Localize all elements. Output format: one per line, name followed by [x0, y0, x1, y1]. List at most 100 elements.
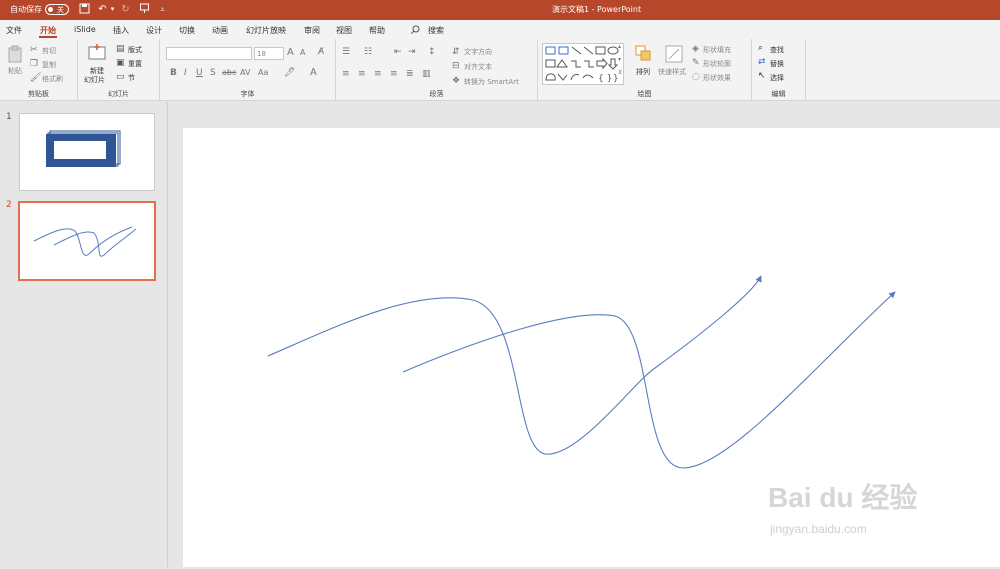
arrange-label[interactable]: 排列: [636, 67, 650, 77]
layout-label[interactable]: 版式: [128, 45, 142, 55]
tab-design[interactable]: 设计: [146, 25, 162, 36]
active-tab-indicator: [39, 36, 57, 38]
clipboard-group: 粘贴 ✂ 剪切 ❐ 复制 🖌 格式刷 剪贴板: [0, 39, 78, 101]
autosave-toggle[interactable]: 关: [45, 4, 69, 15]
replace-icon[interactable]: ⇄: [758, 57, 766, 67]
font-name-dropdown[interactable]: [166, 47, 252, 60]
arrange-icon[interactable]: [634, 45, 654, 65]
shape-fill-icon[interactable]: ◈: [692, 44, 699, 54]
font-color-icon[interactable]: A: [310, 67, 317, 78]
layout-icon[interactable]: ▤: [116, 44, 125, 54]
shape-outline-icon[interactable]: ✎: [692, 58, 700, 68]
align-left-icon[interactable]: ≡: [342, 69, 350, 79]
gallery-down-icon[interactable]: ▾: [618, 56, 621, 63]
clipboard-group-label: 剪贴板: [28, 90, 49, 98]
shape-effects-icon[interactable]: ◌: [692, 72, 700, 82]
paste-label[interactable]: 粘贴: [8, 66, 22, 76]
replace-label[interactable]: 替换: [770, 59, 784, 69]
find-label[interactable]: 查找: [770, 45, 784, 55]
find-icon[interactable]: ⌕: [758, 43, 763, 53]
new-slide-label-2[interactable]: 幻灯片: [84, 75, 105, 85]
increase-indent-icon[interactable]: ⇥: [408, 47, 416, 57]
cut-icon[interactable]: ✂: [30, 45, 38, 55]
align-text-label[interactable]: 对齐文本: [464, 62, 492, 72]
highlight-icon[interactable]: 🖊: [284, 68, 295, 78]
tab-help[interactable]: 帮助: [369, 25, 385, 36]
font-group-label: 字体: [240, 90, 255, 98]
save-icon[interactable]: [78, 3, 91, 16]
search-icon[interactable]: [411, 25, 420, 36]
tab-animations[interactable]: 动画: [212, 25, 228, 36]
freeform-curve-2[interactable]: [402, 291, 896, 469]
copy-label[interactable]: 复制: [42, 60, 56, 70]
copy-icon[interactable]: ❐: [30, 59, 38, 69]
shape-fill-label[interactable]: 形状填充: [703, 45, 731, 55]
increase-font-icon[interactable]: A: [287, 47, 294, 58]
change-case-icon[interactable]: Aa: [258, 68, 268, 77]
shapes-gallery[interactable]: { } }: [542, 43, 624, 85]
select-label[interactable]: 选择: [770, 73, 784, 83]
align-right-icon[interactable]: ≡: [374, 69, 382, 79]
decrease-indent-icon[interactable]: ⇤: [394, 47, 402, 57]
select-icon[interactable]: ↖: [758, 71, 766, 81]
section-label[interactable]: 节: [128, 73, 135, 83]
align-center-icon[interactable]: ≡: [358, 69, 366, 79]
tab-view[interactable]: 视图: [336, 25, 352, 36]
paste-icon[interactable]: [6, 45, 24, 63]
tab-file[interactable]: 文件: [6, 25, 22, 36]
reset-icon[interactable]: ▣: [116, 58, 125, 68]
tab-islide[interactable]: iSlide: [74, 25, 96, 34]
section-icon[interactable]: ▭: [116, 72, 125, 82]
distributed-icon[interactable]: ≣: [406, 69, 414, 79]
reset-label[interactable]: 重置: [128, 59, 142, 69]
smartart-icon[interactable]: ❖: [452, 76, 460, 86]
bold-icon[interactable]: B: [170, 68, 177, 78]
line-spacing-icon[interactable]: ↕: [428, 47, 436, 57]
format-painter-label[interactable]: 格式刷: [42, 74, 63, 84]
smartart-label[interactable]: 转换为 SmartArt: [464, 77, 519, 87]
tab-transitions[interactable]: 切换: [179, 25, 195, 36]
customize-toolbar-icon[interactable]: ⩡: [156, 3, 169, 16]
tab-slideshow[interactable]: 幻灯片放映: [246, 25, 286, 36]
format-painter-icon[interactable]: 🖌: [30, 73, 41, 83]
align-text-icon[interactable]: ⊟: [452, 61, 460, 71]
columns-icon[interactable]: ▥: [422, 69, 431, 79]
freeform-curve-1[interactable]: [267, 275, 762, 455]
tab-review[interactable]: 审阅: [304, 25, 320, 36]
text-direction-label[interactable]: 文字方向: [464, 47, 492, 57]
slide-thumbnail-1[interactable]: [19, 113, 155, 191]
autosave-label: 自动保存: [10, 5, 42, 14]
new-slide-icon[interactable]: [88, 44, 106, 62]
font-size-value: 18: [257, 50, 266, 58]
char-spacing-icon[interactable]: AV: [240, 68, 250, 77]
tell-me-search[interactable]: 搜索: [428, 25, 444, 36]
toggle-knob: [48, 7, 53, 12]
underline-icon[interactable]: U: [196, 68, 203, 78]
quick-styles-icon[interactable]: [664, 45, 684, 65]
shape-outline-label[interactable]: 形状轮廓: [703, 59, 731, 69]
slide-thumbnail-2[interactable]: [18, 201, 156, 281]
decrease-font-icon[interactable]: A: [300, 48, 305, 57]
slides-group-label: 幻灯片: [108, 90, 129, 98]
gallery-more-icon[interactable]: ⊻: [618, 69, 622, 76]
clear-format-icon[interactable]: A̸: [318, 47, 324, 57]
present-icon[interactable]: [138, 3, 151, 16]
tab-home[interactable]: 开始: [40, 25, 56, 36]
gallery-up-icon[interactable]: ▴: [618, 43, 621, 50]
watermark-url: jingyan.baidu.com: [770, 522, 867, 536]
justify-icon[interactable]: ≡: [390, 69, 398, 79]
text-direction-icon[interactable]: ⇵: [452, 47, 460, 57]
italic-icon[interactable]: I: [184, 68, 187, 78]
numbering-icon[interactable]: ☷: [364, 47, 372, 57]
strikethrough-icon[interactable]: abc: [222, 68, 236, 77]
bullets-icon[interactable]: ☰: [342, 47, 350, 57]
cut-label[interactable]: 剪切: [42, 46, 56, 56]
shadow-icon[interactable]: S: [210, 68, 216, 78]
undo-dropdown-icon[interactable]: ▾: [106, 3, 119, 16]
font-size-dropdown[interactable]: 18: [254, 47, 284, 60]
tab-insert[interactable]: 插入: [113, 25, 129, 36]
quick-styles-label[interactable]: 快速样式: [658, 67, 686, 77]
redo-icon[interactable]: ↻: [119, 3, 132, 16]
shape-effects-label[interactable]: 形状效果: [703, 73, 731, 83]
slide-number-1: 1: [6, 112, 12, 122]
